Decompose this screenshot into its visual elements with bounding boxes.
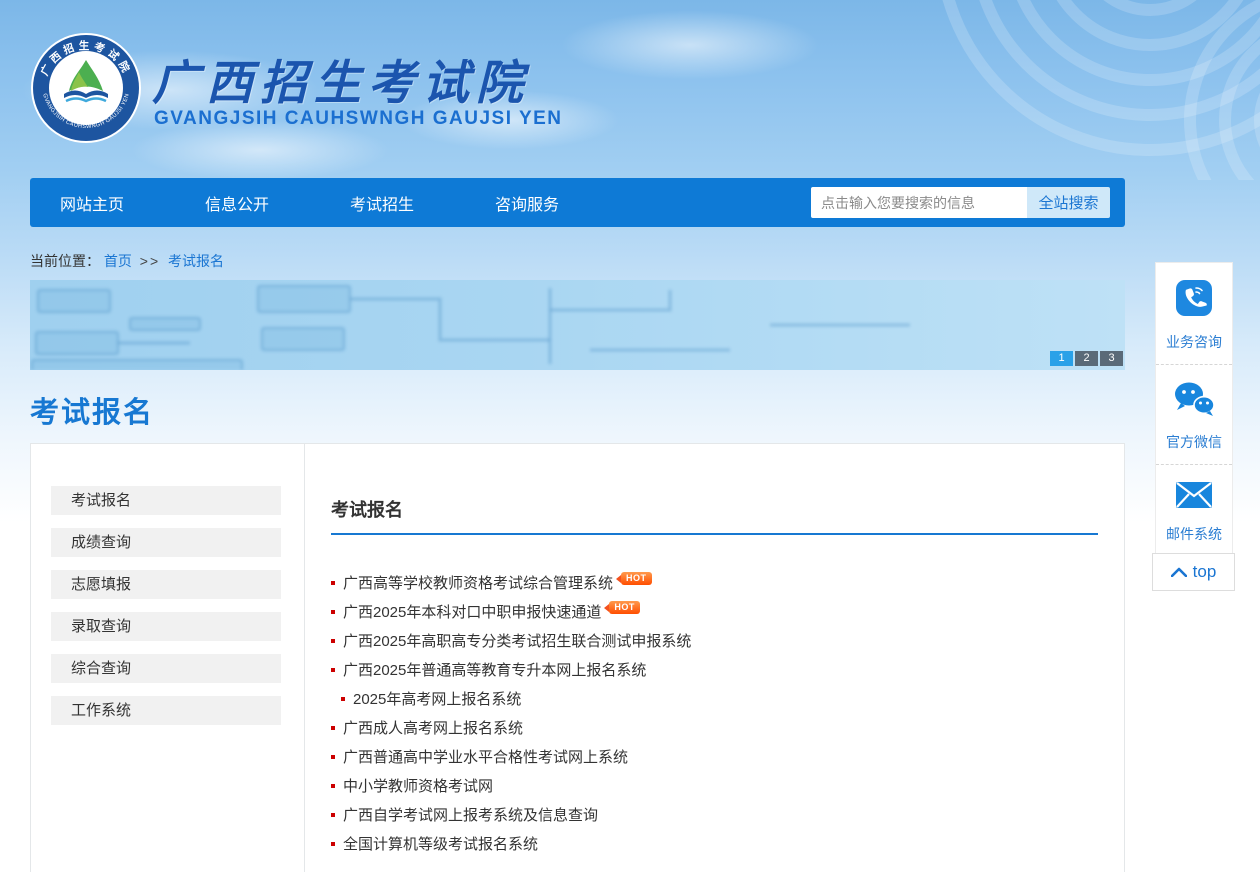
bullet-icon bbox=[331, 784, 335, 788]
list-item[interactable]: 广西2025年普通高等教育专升本网上报名系统 bbox=[331, 656, 1111, 685]
back-to-top-label: top bbox=[1193, 562, 1217, 582]
wechat-icon bbox=[1173, 381, 1215, 417]
float-item-label: 业务咨询 bbox=[1156, 332, 1232, 352]
chevron-up-icon bbox=[1171, 567, 1187, 577]
mail-icon bbox=[1175, 481, 1213, 509]
breadcrumb-current-link[interactable]: 考试报名 bbox=[168, 253, 224, 269]
list-item[interactable]: 2025年高考网上报名系统 bbox=[331, 685, 1111, 714]
bullet-icon bbox=[341, 697, 345, 701]
sidebar-item-work-system[interactable]: 工作系统 bbox=[51, 696, 281, 725]
sidebar-item-comprehensive-query[interactable]: 综合查询 bbox=[51, 654, 281, 683]
banner-pagination: 1 2 3 bbox=[1050, 351, 1123, 366]
nav-item-exam-admission[interactable]: 考试招生 bbox=[350, 191, 465, 215]
sidebar-item-exam-registration[interactable]: 考试报名 bbox=[51, 486, 281, 515]
section-heading: 考试报名 bbox=[331, 496, 403, 522]
float-item-label: 官方微信 bbox=[1156, 432, 1232, 452]
main-navigation: 网站主页 信息公开 考试招生 咨询服务 全站搜索 bbox=[30, 178, 1125, 227]
nav-item-consult-service[interactable]: 咨询服务 bbox=[495, 191, 610, 215]
list-item[interactable]: 全国计算机等级考试报名系统 bbox=[331, 830, 1111, 859]
breadcrumb: 当前位置： 首页 >> 考试报名 bbox=[30, 251, 224, 271]
nav-item-home[interactable]: 网站主页 bbox=[60, 191, 175, 215]
banner-page-2[interactable]: 2 bbox=[1075, 351, 1098, 366]
sidebar-item-admission-query[interactable]: 录取查询 bbox=[51, 612, 281, 641]
list-item[interactable]: 广西普通高中学业水平合格性考试网上系统 bbox=[331, 743, 1111, 772]
bullet-icon bbox=[331, 610, 335, 614]
list-item[interactable]: 广西自学考试网上报考系统及信息查询 bbox=[331, 801, 1111, 830]
wave-pattern-decoration bbox=[760, 0, 1260, 180]
sidebar-item-score-query[interactable]: 成绩查询 bbox=[51, 528, 281, 557]
page-root: 广西招生考试院 GVANGJSIH CAUHSWNGH GAUJSI YEN 广… bbox=[0, 0, 1260, 872]
list-item[interactable]: 中小学教师资格考试网 bbox=[331, 772, 1111, 801]
site-title: 广西招生考试院 bbox=[152, 44, 530, 113]
site-search: 全站搜索 bbox=[811, 187, 1110, 218]
back-to-top-button[interactable]: top bbox=[1152, 553, 1235, 591]
phone-icon bbox=[1175, 279, 1213, 317]
list-item[interactable]: 广西高等学校教师资格考试综合管理系统HOT bbox=[331, 569, 1111, 598]
float-item-business-consult[interactable]: 业务咨询 bbox=[1156, 263, 1232, 364]
section-side-menu: 考试报名 成绩查询 志愿填报 录取查询 综合查询 工作系统 bbox=[51, 486, 281, 738]
banner-page-3[interactable]: 3 bbox=[1100, 351, 1123, 366]
page-title: 考试报名 bbox=[30, 389, 154, 431]
site-subtitle: GVANGJSIH CAUHSWNGH GAUJSI YEN bbox=[154, 108, 563, 130]
panel-divider bbox=[304, 444, 305, 872]
bullet-icon bbox=[331, 581, 335, 585]
heading-underline bbox=[331, 533, 1098, 535]
breadcrumb-home-link[interactable]: 首页 bbox=[104, 253, 132, 269]
search-input[interactable] bbox=[811, 187, 1027, 218]
nav-item-info-disclosure[interactable]: 信息公开 bbox=[205, 191, 320, 215]
bullet-icon bbox=[331, 755, 335, 759]
banner-page-1[interactable]: 1 bbox=[1050, 351, 1073, 366]
bullet-icon bbox=[331, 842, 335, 846]
hot-badge: HOT bbox=[609, 601, 640, 614]
content-panel: 考试报名 成绩查询 志愿填报 录取查询 综合查询 工作系统 考试报名 广西高等学… bbox=[30, 443, 1125, 872]
system-link-list: 广西高等学校教师资格考试综合管理系统HOT 广西2025年本科对口中职申报快速通… bbox=[331, 569, 1111, 859]
list-item[interactable]: 广西2025年本科对口中职申报快速通道HOT bbox=[331, 598, 1111, 627]
bullet-icon bbox=[331, 668, 335, 672]
site-logo[interactable]: 广西招生考试院 GVANGJSIH CAUHSWNGH GAUJSI YEN bbox=[30, 32, 142, 144]
hot-badge: HOT bbox=[621, 572, 652, 585]
floating-service-panel: 业务咨询 官方微信 邮件系统 bbox=[1155, 262, 1233, 557]
banner-image bbox=[30, 280, 1125, 370]
search-button[interactable]: 全站搜索 bbox=[1027, 187, 1110, 218]
banner-carousel[interactable]: 1 2 3 bbox=[30, 280, 1125, 370]
breadcrumb-separator: >> bbox=[140, 253, 160, 269]
bullet-icon bbox=[331, 639, 335, 643]
breadcrumb-label: 当前位置： bbox=[30, 253, 100, 269]
list-item[interactable]: 广西成人高考网上报名系统 bbox=[331, 714, 1111, 743]
bullet-icon bbox=[331, 726, 335, 730]
list-item[interactable]: 广西2025年高职高专分类考试招生联合测试申报系统 bbox=[331, 627, 1111, 656]
float-item-official-wechat[interactable]: 官方微信 bbox=[1156, 364, 1232, 464]
float-item-mail-system[interactable]: 邮件系统 bbox=[1156, 464, 1232, 556]
sidebar-item-preference-filling[interactable]: 志愿填报 bbox=[51, 570, 281, 599]
bullet-icon bbox=[331, 813, 335, 817]
float-item-label: 邮件系统 bbox=[1156, 524, 1232, 544]
